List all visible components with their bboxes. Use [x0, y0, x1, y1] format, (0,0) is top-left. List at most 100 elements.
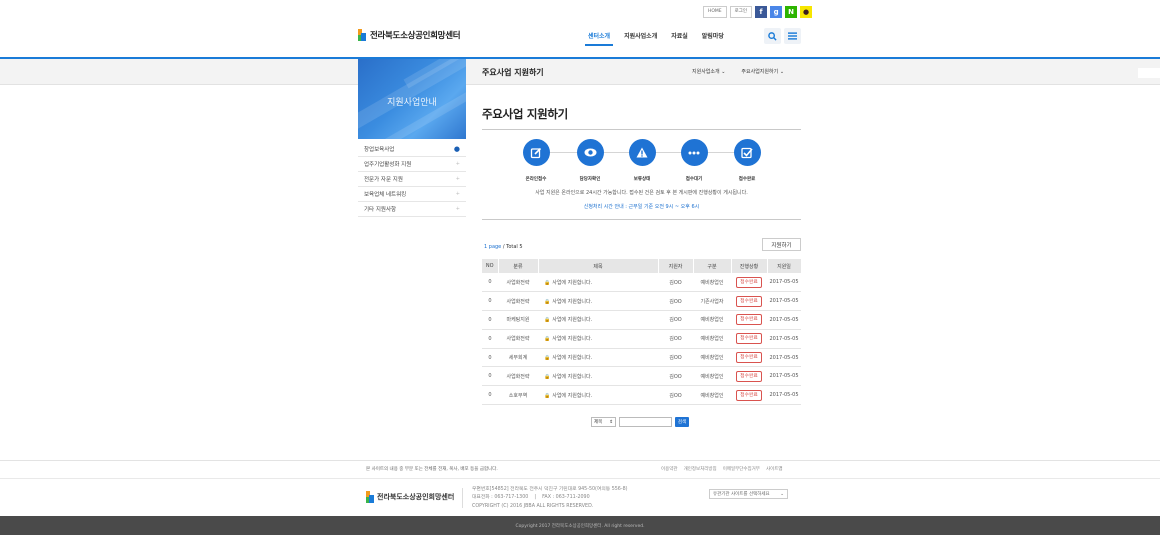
footer-address-block: 우편번호[54852] 전라북도 전주시 덕진구 기린대로 945-50(여의동… [472, 486, 628, 511]
row-status: 접수완료 [731, 348, 767, 368]
row-no: 0 [482, 385, 498, 406]
footer-bottom: Copyright 2017 전라북도소상공인희망센터. All right r… [0, 516, 1160, 535]
search-field-select[interactable]: 제목 ⇕ [591, 417, 616, 427]
step-done: 접수완료 [722, 139, 772, 182]
col-title: 제목 [538, 259, 659, 273]
table-row[interactable]: 0 마케팅지원 🔒 사업에 지원합니다. 김OO 예비창업인 접수완료 2017-05-05 [482, 310, 801, 330]
login-link[interactable]: 로그인 [729, 6, 753, 18]
row-title[interactable]: 🔒 사업에 지원합니다. [538, 385, 658, 406]
sidebar-item-startup[interactable]: 창업보육사업 ● [358, 142, 466, 157]
sidebar-item-networking[interactable]: 보육업체 네트워킹 + [358, 187, 466, 202]
row-type: 예비창업인 [693, 385, 731, 406]
google-plus-icon[interactable]: g [770, 6, 783, 18]
row-applicant: 김OO [658, 366, 693, 387]
table-row[interactable]: 0 사업화전략 🔒 사업에 지원합니다. 김OO 예비창업인 접수완료 2017-05-05 [482, 273, 801, 293]
search-icon[interactable] [764, 28, 781, 44]
search-bar: 제목 ⇕ 검색 [591, 417, 689, 427]
footer-phone: 대표전화 : 063-717-1300 | FAX : 063-711-2090 [472, 495, 590, 501]
row-no: 0 [482, 329, 498, 349]
footer-address: 우편번호[54852] 전라북도 전주시 덕진구 기린대로 945-50(여의동… [472, 487, 628, 492]
nav-notice[interactable]: 알림마당 [702, 31, 724, 40]
footer-link-terms[interactable]: 이용약관 [661, 466, 678, 472]
plus-icon: + [455, 161, 460, 167]
naver-icon[interactable]: N [785, 6, 798, 18]
breadcrumb-support[interactable]: 지원사업소개 ⌄ [692, 68, 725, 75]
sidebar-item-activation[interactable]: 업주기업활성화 지원 + [358, 157, 466, 172]
step-label: 접수대기 [685, 177, 703, 182]
sidebar-item-consulting[interactable]: 전문가 자문 지원 + [358, 172, 466, 187]
table-row[interactable]: 0 소호무역 🔒 사업에 지원합니다. 김OO 예비창업인 접수완료 2017-05-05 [482, 385, 801, 406]
edit-icon [522, 139, 550, 166]
step-check: 담당자확인 [565, 139, 615, 182]
footer-link-privacy[interactable]: 개인정보처리방침 [684, 466, 717, 472]
status-badge: 접수완료 [736, 314, 762, 326]
eye-icon [576, 139, 604, 166]
row-date: 2017-05-05 [767, 385, 801, 406]
warning-icon [628, 139, 656, 166]
row-category: 마케팅지원 [498, 310, 538, 330]
row-applicant: 김OO [658, 385, 693, 406]
status-badge: 접수완료 [736, 333, 762, 345]
search-button[interactable]: 검색 [675, 417, 689, 427]
sidebar-item-other[interactable]: 기타 지원사항 + [358, 202, 466, 217]
kakao-icon[interactable]: ● [800, 6, 813, 18]
row-title[interactable]: 🔒 사업에 지원합니다. [538, 348, 658, 368]
site-logo[interactable]: 전라북도소상공인희망센터 [358, 29, 461, 41]
lock-icon: 🔒 [544, 336, 551, 343]
row-category: 사업화전략 [498, 291, 538, 312]
checkbox-icon [733, 139, 761, 166]
row-date: 2017-05-05 [767, 273, 801, 293]
title-divider [482, 129, 801, 130]
nav-support-intro[interactable]: 지원사업소개 [624, 31, 657, 40]
related-site-select[interactable]: 유관기관 사이트를 선택하세요 ⌄ [709, 489, 788, 499]
table-row[interactable]: 0 사업화전략 🔒 사업에 지원합니다. 김OO 기존사업자 접수완료 2017-05-05 [482, 291, 801, 312]
row-title[interactable]: 🔒 사업에 지원합니다. [538, 273, 658, 293]
nav-center-intro[interactable]: 센터소개 [584, 31, 614, 46]
breadcrumb: 지원사업소개 ⌄ 주요사업지원하기 ⌄ [692, 68, 784, 75]
apply-button[interactable]: 지원하기 [762, 238, 801, 251]
plus-icon: + [455, 206, 460, 212]
location-band [0, 59, 1160, 85]
footer-separator [462, 488, 463, 508]
lock-icon: 🔒 [544, 355, 551, 362]
row-status: 접수완료 [731, 385, 767, 406]
table-row[interactable]: 0 세무회계 🔒 사업에 지원합니다. 김OO 예비창업인 접수완료 2017-05-05 [482, 348, 801, 368]
lock-icon: 🔒 [544, 373, 551, 380]
row-date: 2017-05-05 [767, 348, 801, 368]
search-input[interactable] [619, 417, 672, 427]
facebook-icon[interactable]: f [755, 6, 768, 18]
logo-mark-icon [366, 491, 374, 503]
row-title[interactable]: 🔒 사업에 지원합니다. [538, 310, 658, 330]
row-status: 접수완료 [731, 366, 767, 387]
col-no: NO [482, 259, 499, 273]
row-no: 0 [482, 348, 498, 368]
sidebar-item-label: 기타 지원사항 [364, 207, 397, 213]
sidebar-nav: 창업보육사업 ● 업주기업활성화 지원 + 전문가 자문 지원 + 보육업체 네트워킹… [358, 142, 466, 217]
home-link[interactable]: HOME [703, 6, 727, 18]
step-label: 보류상태 [633, 177, 651, 182]
updown-icon: ⇕ [609, 419, 613, 425]
sidebar-item-label: 보육업체 네트워킹 [364, 192, 407, 198]
nav-archive[interactable]: 자료실 [671, 31, 688, 40]
plus-icon: + [455, 176, 460, 182]
footer-link-email[interactable]: 이메일무단수집거부 [723, 466, 760, 472]
table-header: NO 분류 제목 지원자 구분 진행상황 지원일 [482, 259, 802, 273]
row-category: 소호무역 [498, 385, 538, 406]
table-row[interactable]: 0 사업화전략 🔒 사업에 지원합니다. 김OO 예비창업인 접수완료 2017-05-05 [482, 366, 801, 387]
row-applicant: 김OO [658, 329, 693, 349]
row-date: 2017-05-05 [767, 310, 801, 330]
sidebar-item-label: 전문가 자문 지원 [364, 177, 403, 183]
footer-divider-2 [0, 478, 1160, 479]
row-title[interactable]: 🔒 사업에 지원합니다. [538, 291, 658, 312]
footer-logo-text: 전라북도소상공인희망센터 [377, 493, 455, 501]
footer-link-sitemap[interactable]: 사이트맵 [766, 466, 783, 472]
row-title[interactable]: 🔒 사업에 지원합니다. [538, 366, 658, 387]
menu-icon[interactable] [784, 28, 801, 44]
breadcrumb-main[interactable]: 주요사업지원하기 ⌄ [741, 68, 784, 75]
row-title[interactable]: 🔒 사업에 지원합니다. [538, 329, 658, 349]
table-row[interactable]: 0 사업화전략 🔒 사업에 지원합니다. 김OO 예비창업인 접수완료 2017-05-05 [482, 329, 801, 349]
application-table: NO 분류 제목 지원자 구분 진행상황 지원일 0 사업화전략 🔒 사업에 지원합니… [482, 259, 802, 406]
footer-links: 이용약관 개인정보처리방침 이메일무단수집거부 사이트맵 [661, 466, 783, 472]
sidebar-item-label: 창업보육사업 [364, 147, 395, 153]
plus-icon: + [455, 191, 460, 197]
